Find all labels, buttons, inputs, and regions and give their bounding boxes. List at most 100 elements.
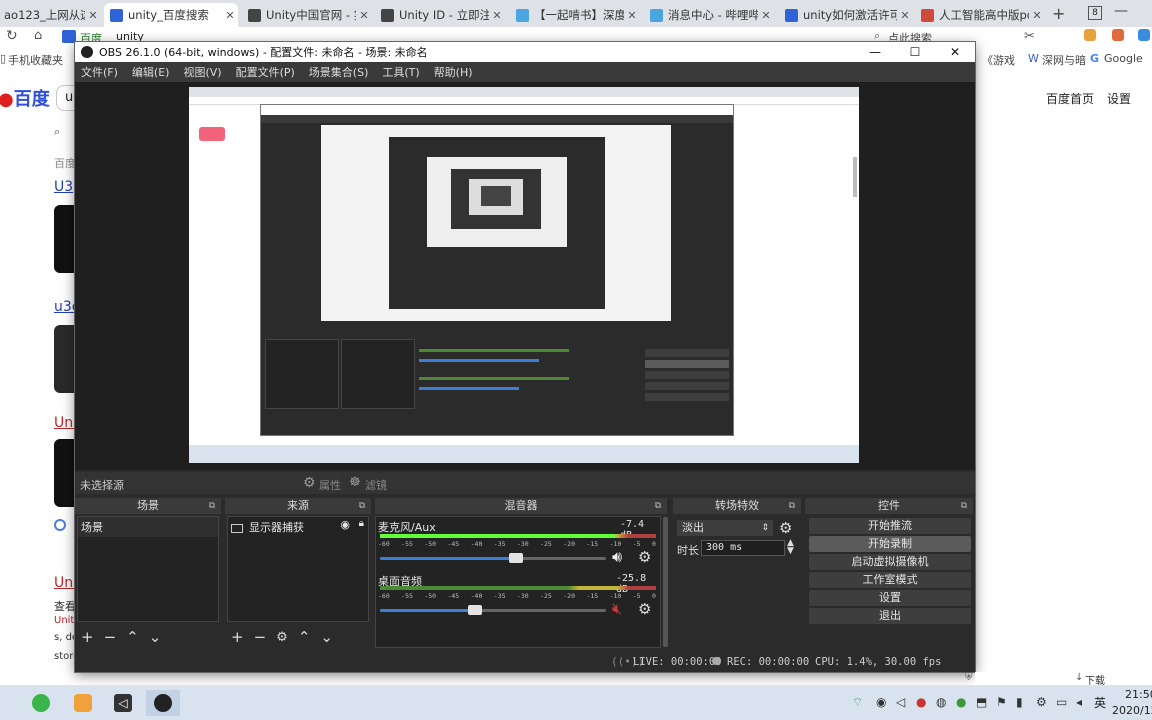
clock-time[interactable]: 21:50 xyxy=(1125,688,1152,701)
transition-select[interactable]: 淡出 ⇕ xyxy=(677,520,773,536)
browser-tab-3[interactable]: Unity ID - 立即注册✕ xyxy=(375,3,505,27)
close-icon[interactable]: ✕ xyxy=(935,42,975,62)
close-icon[interactable]: ✕ xyxy=(489,9,505,22)
result-thumbnail[interactable] xyxy=(54,439,74,507)
speaker-icon[interactable]: 🔊︎ xyxy=(612,547,622,567)
menu-tools[interactable]: 工具(T) xyxy=(382,64,419,80)
spin-arrows-icon[interactable]: ▲ ▼ xyxy=(787,539,794,556)
move-down-icon[interactable]: ⌄ xyxy=(149,629,162,645)
browser-tab-0[interactable]: ao123_上网从这里✕ xyxy=(0,3,101,27)
app-icon[interactable] xyxy=(66,690,100,716)
translate-icon[interactable]: ✂ xyxy=(1024,29,1035,44)
menu-profile[interactable]: 配置文件(P) xyxy=(236,64,295,80)
remove-icon[interactable]: − xyxy=(104,629,117,645)
result-link[interactable]: Uni xyxy=(54,575,77,591)
radio-icon[interactable] xyxy=(54,519,66,531)
close-icon[interactable]: ✕ xyxy=(897,9,913,22)
volume-slider[interactable] xyxy=(380,553,606,563)
scene-item[interactable]: 场景 xyxy=(78,517,218,537)
close-icon[interactable]: ✕ xyxy=(1029,9,1045,22)
tray-icon[interactable]: ◍ xyxy=(936,695,946,709)
gear-icon[interactable]: ⚙ xyxy=(638,600,651,618)
close-icon[interactable]: ✕ xyxy=(758,9,774,22)
new-tab-icon[interactable]: + xyxy=(1052,4,1065,23)
undock-icon[interactable]: ⧉ xyxy=(209,498,215,514)
start-streaming-button[interactable]: 开始推流 xyxy=(809,518,971,534)
browser-tab-6[interactable]: unity如何激活许可证✕ xyxy=(779,3,913,27)
tray-icon[interactable]: ⬒ xyxy=(976,695,987,709)
move-up-icon[interactable]: ⌃ xyxy=(298,629,311,645)
settings-button[interactable]: 设置 xyxy=(809,590,971,606)
properties-button[interactable]: 属性 xyxy=(319,477,341,493)
360-browser-icon[interactable] xyxy=(24,690,58,716)
visual-studio-icon[interactable]: ◁ xyxy=(106,690,140,716)
extension-icon[interactable] xyxy=(1138,29,1150,41)
baidu-settings-link[interactable]: 设置 xyxy=(1107,90,1131,107)
lock-icon[interactable]: 🔒︎ xyxy=(359,518,364,529)
undock-icon[interactable]: ⧉ xyxy=(655,498,661,514)
result-link[interactable]: Uni xyxy=(54,415,77,431)
start-recording-button[interactable]: 开始录制 xyxy=(809,536,971,552)
undock-icon[interactable]: ⧉ xyxy=(789,498,795,514)
bookmark-item[interactable]: 深网与暗 xyxy=(1042,52,1086,68)
visibility-eye-icon[interactable]: ◉ xyxy=(340,518,350,531)
minimize-icon[interactable]: — xyxy=(1114,3,1128,19)
menu-view[interactable]: 视图(V) xyxy=(183,64,221,80)
minimize-icon[interactable]: — xyxy=(855,42,895,62)
baidu-home-link[interactable]: 百度首页 xyxy=(1046,90,1094,107)
close-icon[interactable]: ✕ xyxy=(356,9,372,22)
reload-icon[interactable]: ↻ xyxy=(6,28,18,44)
close-icon[interactable]: ✕ xyxy=(222,9,238,22)
undock-icon[interactable]: ⧉ xyxy=(359,498,365,514)
menu-scene-collection[interactable]: 场景集合(S) xyxy=(309,64,369,80)
tray-icon[interactable]: ◁ xyxy=(896,695,905,709)
bookmark-item[interactable]: Google xyxy=(1104,52,1143,65)
extension-icon[interactable] xyxy=(1112,29,1124,41)
close-icon[interactable]: ✕ xyxy=(85,9,101,22)
bookmark-item[interactable]: 手机收藏夹 xyxy=(8,52,63,68)
filters-button[interactable]: 滤镜 xyxy=(365,477,387,493)
close-icon[interactable]: ✕ xyxy=(624,9,640,22)
bookmark-item[interactable]: 《游戏 xyxy=(982,52,1015,68)
obs-preview[interactable] xyxy=(75,82,975,470)
move-down-icon[interactable]: ⌄ xyxy=(320,629,333,645)
result-link[interactable]: U3 xyxy=(54,179,73,195)
exit-button[interactable]: 退出 xyxy=(809,608,971,624)
battery-icon[interactable]: ▭ xyxy=(1056,695,1067,709)
browser-tab-1[interactable]: unity_百度搜索 ✕ xyxy=(104,3,238,27)
browser-tab-5[interactable]: 消息中心 - 哔哩哔哩✕ xyxy=(644,3,774,27)
obs-taskbar-icon[interactable] xyxy=(146,690,180,716)
start-virtual-camera-button[interactable]: 启动虚拟摄像机 xyxy=(809,554,971,570)
result-thumbnail[interactable] xyxy=(54,325,74,393)
volume-icon[interactable]: ◂ xyxy=(1076,695,1082,709)
menu-edit[interactable]: 编辑(E) xyxy=(132,64,170,80)
duration-input[interactable]: 300 ms xyxy=(701,540,785,556)
tray-icon[interactable]: ▮ xyxy=(1016,695,1023,709)
result-thumbnail[interactable] xyxy=(54,205,74,273)
wifi-icon[interactable]: ⌔ xyxy=(852,695,863,710)
remove-icon[interactable]: − xyxy=(254,629,267,645)
mixer-scrollbar[interactable] xyxy=(663,517,668,647)
add-icon[interactable]: + xyxy=(231,629,244,645)
undock-icon[interactable]: ⧉ xyxy=(961,498,967,514)
move-up-icon[interactable]: ⌃ xyxy=(126,629,139,645)
volume-slider[interactable] xyxy=(380,605,606,615)
extension-icon[interactable] xyxy=(1084,29,1096,41)
maximize-icon[interactable]: ☐ xyxy=(895,42,935,62)
speaker-muted-icon[interactable]: 🔇︎ xyxy=(612,599,622,619)
tray-icon[interactable]: ● xyxy=(916,695,926,709)
browser-tab-7[interactable]: 人工智能高中版pdf ✕ xyxy=(915,3,1045,27)
menu-file[interactable]: 文件(F) xyxy=(81,64,118,80)
tray-icon[interactable]: ● xyxy=(956,695,966,709)
browser-tab-2[interactable]: Unity中国官网 - 实时✕ xyxy=(242,3,372,27)
clock-date[interactable]: 2020/12 xyxy=(1112,704,1152,717)
gear-icon[interactable]: ⚙ xyxy=(276,631,288,644)
menu-help[interactable]: 帮助(H) xyxy=(434,64,473,80)
studio-mode-button[interactable]: 工作室模式 xyxy=(809,572,971,588)
ime-indicator[interactable]: 英 xyxy=(1094,694,1106,711)
baidu-logo[interactable]: ●百度 xyxy=(0,85,50,111)
gear-icon[interactable]: ⚙ xyxy=(779,519,792,537)
tray-icon[interactable]: ⚑ xyxy=(996,695,1007,709)
source-item[interactable]: 显示器捕获 ◉ 🔒︎ xyxy=(228,517,368,537)
browser-tab-4[interactable]: 【一起啃书】深度学✕ xyxy=(510,3,640,27)
